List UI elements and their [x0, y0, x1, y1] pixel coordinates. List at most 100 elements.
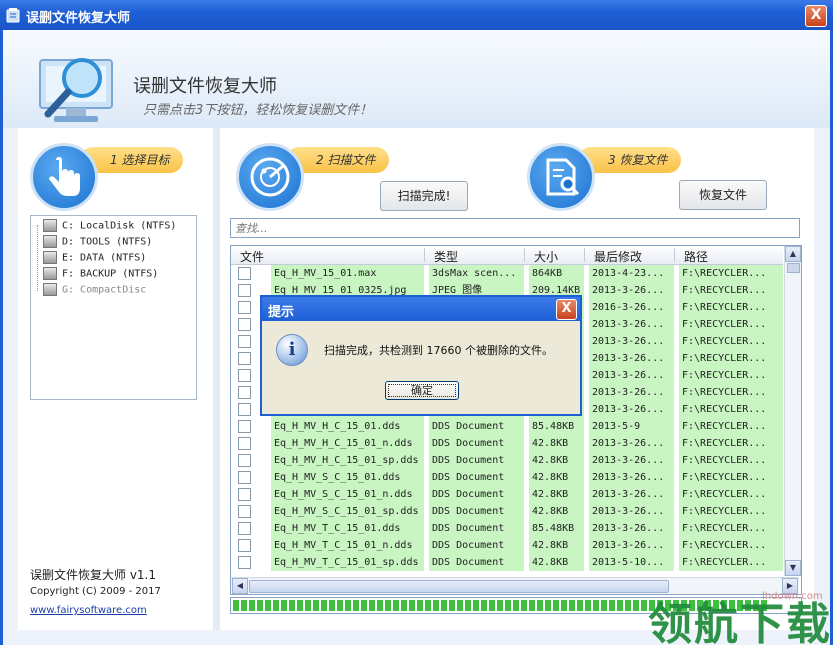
- scroll-thumb[interactable]: [249, 580, 669, 593]
- cell-path: F:\RECYCLER...: [679, 316, 783, 333]
- app-icon: [6, 8, 20, 23]
- row-checkbox[interactable]: [238, 284, 251, 297]
- scroll-down-icon[interactable]: ▼: [785, 560, 801, 576]
- table-row[interactable]: Eq_H_MV_H_C_15_01.dds DDS Document 85.48KB…: [231, 418, 783, 435]
- window-title: 误删文件恢复大师: [26, 11, 131, 26]
- disk-icon: [43, 235, 57, 248]
- cell-size: 42.8KB: [529, 503, 584, 520]
- cd-drive-icon: [43, 283, 57, 296]
- cell-size: 42.8KB: [529, 486, 584, 503]
- cell-path: F:\RECYCLER...: [679, 265, 783, 282]
- message-dialog: 提示 X i 扫描完成，共检测到 17660 个被删除的文件。 确定: [260, 295, 582, 416]
- row-checkbox[interactable]: [238, 471, 251, 484]
- scroll-left-icon[interactable]: ◀: [232, 578, 248, 594]
- close-button[interactable]: X: [805, 5, 827, 27]
- cell-size: 42.8KB: [529, 469, 584, 486]
- panel-divider: [213, 128, 220, 630]
- column-header-modified[interactable]: 最后修改: [594, 248, 642, 265]
- drive-item[interactable]: E: DATA (NTFS): [43, 251, 146, 264]
- column-header-size[interactable]: 大小: [534, 248, 558, 265]
- drive-item[interactable]: D: TOOLS (NTFS): [43, 235, 152, 248]
- cell-type: DDS Document: [429, 418, 524, 435]
- table-row[interactable]: Eq_H_MV_T_C_15_01.dds DDS Document 85.48KB…: [231, 520, 783, 537]
- row-checkbox[interactable]: [238, 454, 251, 467]
- title-bar: 误删文件恢复大师 X: [0, 0, 833, 30]
- cell-type: DDS Document: [429, 554, 524, 571]
- table-row[interactable]: Eq_H_MV_H_C_15_01_sp.dds DDS Document 42.8…: [231, 452, 783, 469]
- cell-date: 2013-4-23...: [589, 265, 674, 282]
- row-checkbox[interactable]: [238, 301, 251, 314]
- drive-item[interactable]: F: BACKUP (NTFS): [43, 267, 158, 280]
- app-header: [3, 30, 830, 128]
- row-checkbox[interactable]: [238, 522, 251, 535]
- scroll-up-icon[interactable]: ▲: [785, 246, 801, 262]
- cell-path: F:\RECYCLER...: [679, 520, 783, 537]
- row-checkbox[interactable]: [238, 352, 251, 365]
- table-row[interactable]: Eq_H_MV_S_C_15_01_sp.dds DDS Document 42.8…: [231, 503, 783, 520]
- cell-type: DDS Document: [429, 469, 524, 486]
- cell-path: F:\RECYCLER...: [679, 367, 783, 384]
- cell-name: Eq_H_MV_S_C_15_01_n.dds: [271, 486, 424, 503]
- cell-path: F:\RECYCLER...: [679, 384, 783, 401]
- drive-tree: C: LocalDisk (NTFS) D: TOOLS (NTFS) E: D…: [30, 215, 197, 400]
- cell-type: DDS Document: [429, 435, 524, 452]
- row-checkbox[interactable]: [238, 420, 251, 433]
- table-header: 文件 类型 大小 最后修改 路径: [231, 246, 783, 265]
- scan-button[interactable]: 扫描完成!: [380, 181, 468, 211]
- info-icon: i: [276, 334, 308, 366]
- row-checkbox[interactable]: [238, 386, 251, 399]
- step1-hand-icon: [30, 143, 98, 211]
- cell-name: Eq_H_MV_S_C_15_01.dds: [271, 469, 424, 486]
- table-row[interactable]: Eq_H_MV_H_C_15_01_n.dds DDS Document 42.8K…: [231, 435, 783, 452]
- dialog-title: 提示: [268, 305, 295, 320]
- vertical-scrollbar[interactable]: ▲ ▼: [784, 246, 801, 576]
- recover-button[interactable]: 恢复文件: [679, 180, 767, 210]
- drive-item[interactable]: C: LocalDisk (NTFS): [43, 219, 176, 232]
- table-row[interactable]: Eq_H_MV_S_C_15_01.dds DDS Document 42.8KB 2…: [231, 469, 783, 486]
- cell-size: 42.8KB: [529, 435, 584, 452]
- row-checkbox[interactable]: [238, 437, 251, 450]
- cell-name: Eq_H_MV_H_C_15_01_n.dds: [271, 435, 424, 452]
- row-checkbox[interactable]: [238, 539, 251, 552]
- cell-name: Eq_H_MV_15_01.max: [271, 265, 424, 282]
- website-link[interactable]: www.fairysoftware.com: [30, 605, 147, 616]
- table-row[interactable]: Eq_H_MV_T_C_15_01_n.dds DDS Document 42.8K…: [231, 537, 783, 554]
- scroll-thumb[interactable]: [787, 263, 800, 273]
- search-input[interactable]: 查找...: [230, 218, 800, 238]
- app-name: 误删文件恢复大师: [133, 76, 277, 97]
- row-checkbox[interactable]: [238, 369, 251, 382]
- copyright-label: Copyright (C) 2009 - 2017: [30, 586, 161, 597]
- dialog-close-button[interactable]: X: [556, 299, 577, 320]
- cell-path: F:\RECYCLER...: [679, 401, 783, 418]
- dialog-message: 扫描完成，共检测到 17660 个被删除的文件。: [324, 344, 553, 357]
- row-checkbox[interactable]: [238, 318, 251, 331]
- cell-date: 2013-3-26...: [589, 435, 674, 452]
- cell-name: Eq_H_MV_T_C_15_01_sp.dds: [271, 554, 424, 571]
- row-checkbox[interactable]: [238, 267, 251, 280]
- table-row[interactable]: Eq_H_MV_T_C_15_01_sp.dds DDS Document 42.8…: [231, 554, 783, 571]
- cell-type: 3dsMax scen...: [429, 265, 524, 282]
- cell-type: DDS Document: [429, 503, 524, 520]
- row-checkbox[interactable]: [238, 335, 251, 348]
- table-row[interactable]: Eq_H_MV_15_01.max 3dsMax scen... 864KB 2013…: [231, 265, 783, 282]
- table-row[interactable]: Eq_H_MV_S_C_15_01_n.dds DDS Document 42.8K…: [231, 486, 783, 503]
- watermark-url: lhdown.com: [762, 591, 823, 602]
- cell-date: 2013-3-26...: [589, 282, 674, 299]
- row-checkbox[interactable]: [238, 505, 251, 518]
- row-checkbox[interactable]: [238, 488, 251, 501]
- drive-item[interactable]: G: CompactDisc: [43, 283, 146, 296]
- column-header-type[interactable]: 类型: [434, 248, 458, 265]
- row-checkbox[interactable]: [238, 403, 251, 416]
- column-header-file[interactable]: 文件: [240, 248, 264, 265]
- cell-path: F:\RECYCLER...: [679, 435, 783, 452]
- cell-date: 2013-5-10...: [589, 554, 674, 571]
- column-header-path[interactable]: 路径: [684, 248, 708, 265]
- dialog-title-bar: 提示 X: [262, 297, 580, 321]
- cell-path: F:\RECYCLER...: [679, 469, 783, 486]
- cell-path: F:\RECYCLER...: [679, 452, 783, 469]
- cell-path: F:\RECYCLER...: [679, 299, 783, 316]
- row-checkbox[interactable]: [238, 556, 251, 569]
- ok-button[interactable]: 确定: [385, 381, 459, 400]
- magnifier-monitor-icon: [39, 58, 113, 122]
- cell-size: 42.8KB: [529, 554, 584, 571]
